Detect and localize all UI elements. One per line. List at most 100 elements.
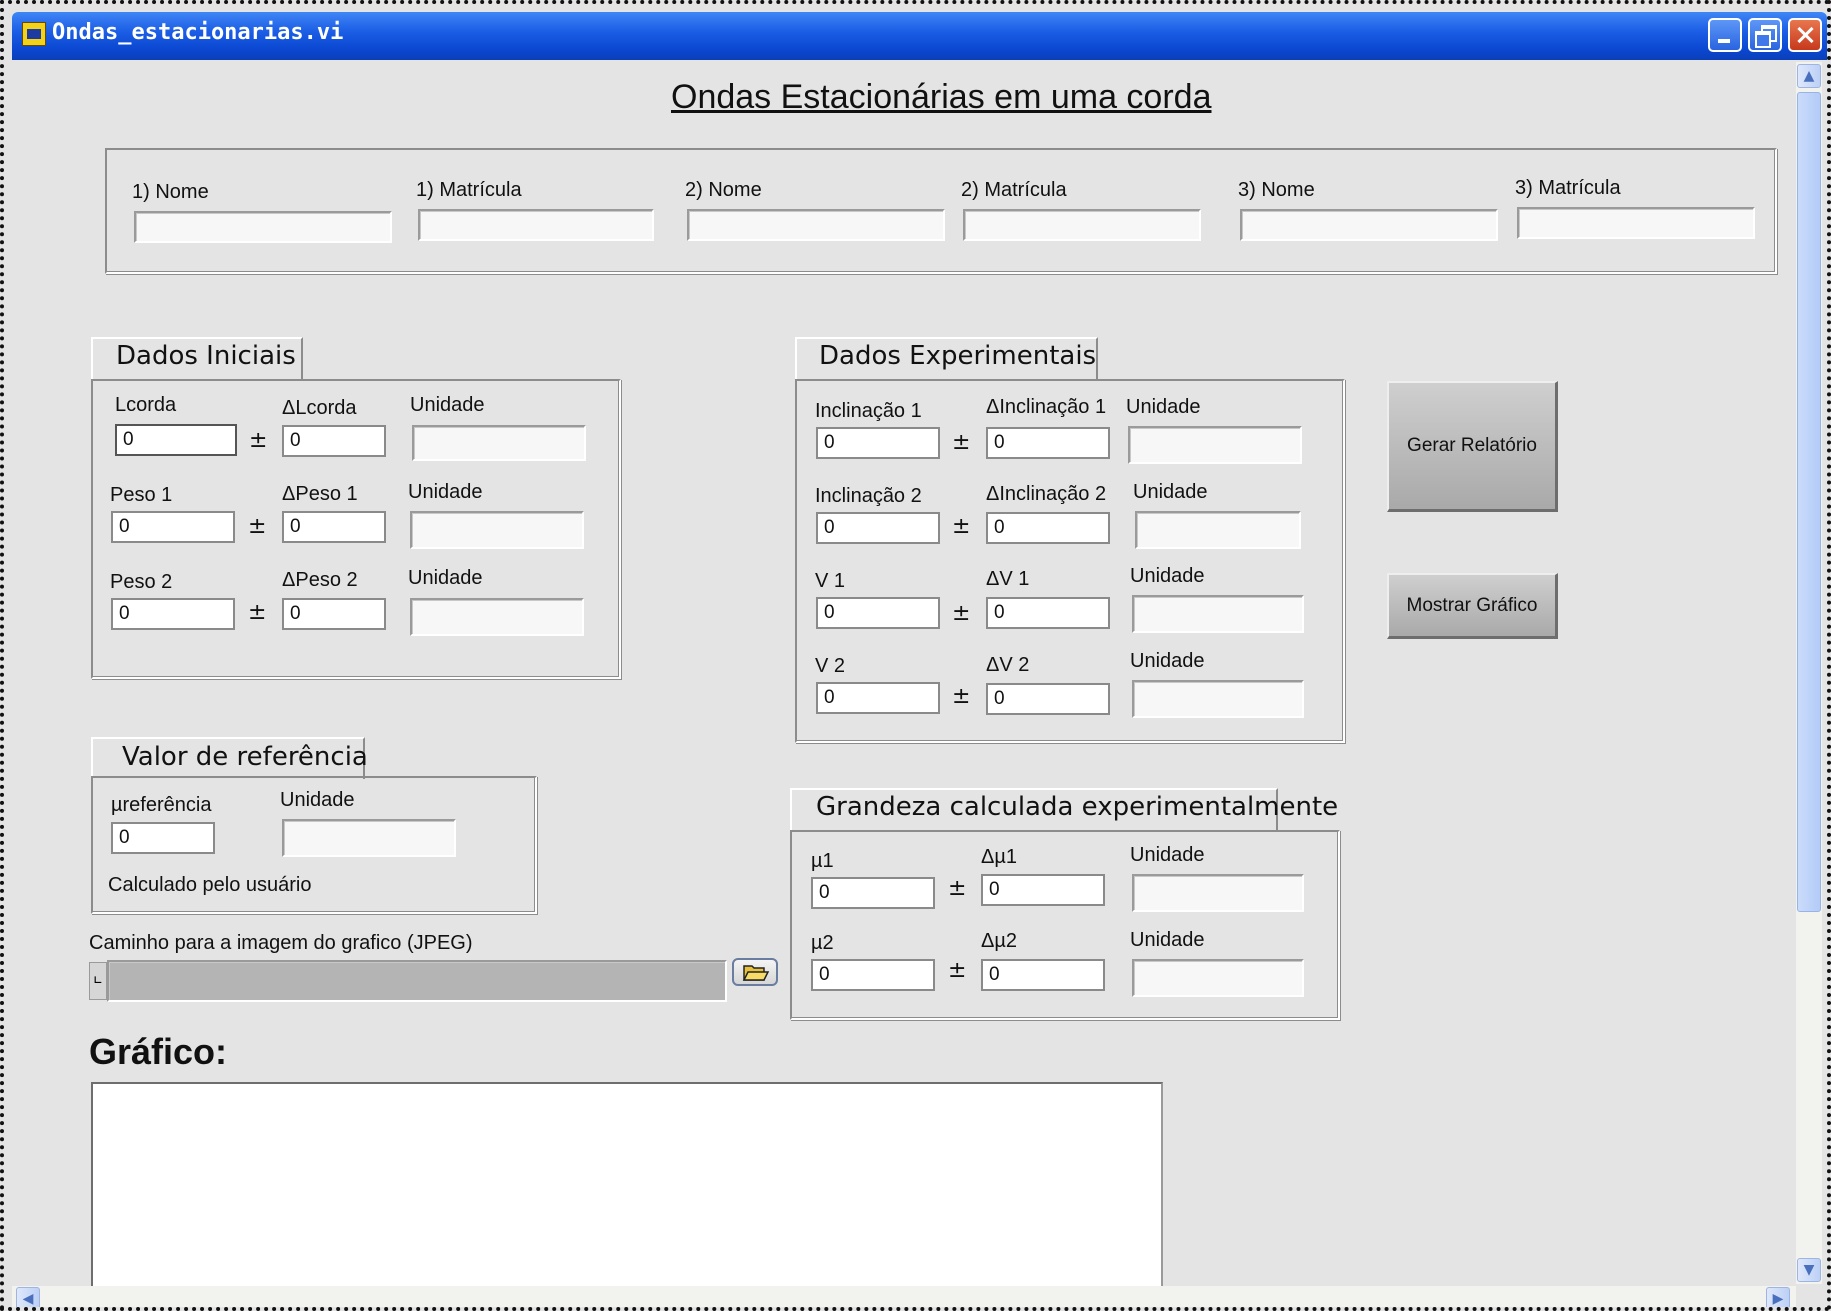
vertical-scrollbar[interactable]: ▲ ▼ xyxy=(1796,62,1822,1284)
dmu2-input[interactable]: 0 xyxy=(981,959,1105,991)
path-input[interactable] xyxy=(107,960,727,1002)
scroll-right-icon[interactable]: ▶ xyxy=(1766,1287,1790,1307)
grandeza-title: Grandeza calculada experimentalmente xyxy=(816,792,1339,822)
dinclinacao2-input[interactable]: 0 xyxy=(986,512,1110,544)
peso1-input[interactable]: 0 xyxy=(111,511,235,543)
dpeso1-input[interactable]: 0 xyxy=(282,511,386,543)
dlcorda-input[interactable]: 0 xyxy=(282,425,386,457)
dv1-label: ΔV 1 xyxy=(986,568,1030,590)
window-frame: Ondas_estacionarias.vi Ondas Estacionári… xyxy=(0,0,1831,1311)
valor-referencia-title: Valor de referência xyxy=(122,742,368,772)
student2-name-label: 2) Nome xyxy=(685,179,762,201)
unidade-v2-input[interactable] xyxy=(1132,680,1304,718)
grafico-title: Gráfico: xyxy=(89,1031,228,1072)
peso1-pm: ± xyxy=(248,514,267,539)
close-icon[interactable] xyxy=(1788,18,1822,52)
dpeso1-label: ΔPeso 1 xyxy=(282,483,358,505)
v2-input[interactable]: 0 xyxy=(816,682,940,714)
gerar-relatorio-button[interactable]: Gerar Relatório xyxy=(1387,381,1558,512)
lcorda-input[interactable]: 0 xyxy=(115,424,237,456)
title-bar: Ondas_estacionarias.vi xyxy=(12,12,1827,60)
horizontal-scrollbar[interactable]: ◀ ▶ xyxy=(12,1286,1796,1307)
unidade-v1-input[interactable] xyxy=(1132,595,1304,633)
dv2-input[interactable]: 0 xyxy=(986,683,1110,715)
unidade-referencia-label: Unidade xyxy=(280,789,355,811)
peso1-label: Peso 1 xyxy=(110,484,173,506)
minimize-icon[interactable] xyxy=(1708,18,1742,52)
mu1-pm: ± xyxy=(948,876,967,901)
dados-experimentais-title: Dados Experimentais xyxy=(819,341,1097,371)
unidade-mu2-input[interactable] xyxy=(1132,959,1304,997)
v1-label: V 1 xyxy=(815,570,846,592)
scroll-down-icon[interactable]: ▼ xyxy=(1797,1258,1821,1282)
student1-name-label: 1) Nome xyxy=(132,181,209,203)
unidade-peso1-label: Unidade xyxy=(408,481,483,503)
mu-referencia-label: µreferência xyxy=(111,794,212,816)
path-icon: ∟ xyxy=(89,962,107,1000)
folder-open-icon[interactable] xyxy=(732,958,778,986)
scroll-left-icon[interactable]: ◀ xyxy=(16,1287,40,1307)
v1-input[interactable]: 0 xyxy=(816,597,940,629)
inclinacao2-input[interactable]: 0 xyxy=(816,512,940,544)
dmu1-input[interactable]: 0 xyxy=(981,874,1105,906)
dlcorda-label: ΔLcorda xyxy=(282,397,357,419)
unidade-peso2-input[interactable] xyxy=(410,598,584,636)
unidade-lcorda-label: Unidade xyxy=(410,394,485,416)
unidade-mu1-input[interactable] xyxy=(1132,874,1304,912)
unidade-inclinacao1-label: Unidade xyxy=(1126,396,1201,418)
mostrar-grafico-button[interactable]: Mostrar Gráfico xyxy=(1387,573,1558,639)
student3-matricula-input[interactable] xyxy=(1517,207,1755,239)
peso2-input[interactable]: 0 xyxy=(111,598,235,630)
student2-matricula-input[interactable] xyxy=(963,209,1201,241)
student2-name-input[interactable] xyxy=(687,209,945,241)
vertical-scroll-thumb[interactable] xyxy=(1797,92,1821,912)
mu1-input[interactable]: 0 xyxy=(811,877,935,909)
unidade-inclinacao2-label: Unidade xyxy=(1133,481,1208,503)
student2-matricula-label: 2) Matrícula xyxy=(961,179,1067,201)
vi-app-icon xyxy=(22,22,46,46)
v2-label: V 2 xyxy=(815,655,846,677)
unidade-mu1-label: Unidade xyxy=(1130,844,1205,866)
student3-name-input[interactable] xyxy=(1240,209,1498,241)
inclinacao1-pm: ± xyxy=(952,430,971,455)
dv2-label: ΔV 2 xyxy=(986,654,1030,676)
mu2-pm: ± xyxy=(948,958,967,983)
student3-matricula-label: 3) Matrícula xyxy=(1515,177,1621,199)
inclinacao1-input[interactable]: 0 xyxy=(816,427,940,459)
restore-icon[interactable] xyxy=(1748,18,1782,52)
student3-name-label: 3) Nome xyxy=(1238,179,1315,201)
dpeso2-input[interactable]: 0 xyxy=(282,598,386,630)
mu2-label: µ2 xyxy=(811,932,834,954)
lcorda-pm: ± xyxy=(249,428,268,453)
grafico-area xyxy=(91,1082,1163,1292)
unidade-v1-label: Unidade xyxy=(1130,565,1205,587)
unidade-referencia-input[interactable] xyxy=(282,819,456,857)
inclinacao1-label: Inclinação 1 xyxy=(815,400,922,422)
student1-matricula-label: 1) Matrícula xyxy=(416,179,522,201)
path-label: Caminho para a imagem do grafico (JPEG) xyxy=(89,932,473,954)
unidade-inclinacao2-input[interactable] xyxy=(1135,511,1301,549)
dinclinacao1-input[interactable]: 0 xyxy=(986,427,1110,459)
dv1-input[interactable]: 0 xyxy=(986,597,1110,629)
lcorda-label: Lcorda xyxy=(115,394,177,416)
unidade-mu2-label: Unidade xyxy=(1130,929,1205,951)
dados-iniciais-title: Dados Iniciais xyxy=(116,341,296,371)
unidade-inclinacao1-input[interactable] xyxy=(1128,426,1302,464)
unidade-peso1-input[interactable] xyxy=(410,511,584,549)
mu-referencia-input[interactable]: 0 xyxy=(111,822,215,854)
dinclinacao1-label: ΔInclinação 1 xyxy=(986,396,1107,418)
student1-name-input[interactable] xyxy=(134,211,392,243)
inclinacao2-label: Inclinação 2 xyxy=(815,485,922,507)
v2-pm: ± xyxy=(952,684,971,709)
unidade-lcorda-input[interactable] xyxy=(412,425,586,461)
dpeso2-label: ΔPeso 2 xyxy=(282,569,358,591)
v1-pm: ± xyxy=(952,601,971,626)
dmu1-label: Δµ1 xyxy=(981,846,1018,868)
unidade-v2-label: Unidade xyxy=(1130,650,1205,672)
unidade-peso2-label: Unidade xyxy=(408,567,483,589)
mu2-input[interactable]: 0 xyxy=(811,959,935,991)
student1-matricula-input[interactable] xyxy=(418,209,654,241)
scroll-up-icon[interactable]: ▲ xyxy=(1797,64,1821,88)
dinclinacao2-label: ΔInclinação 2 xyxy=(986,483,1107,505)
window-title: Ondas_estacionarias.vi xyxy=(52,20,344,45)
